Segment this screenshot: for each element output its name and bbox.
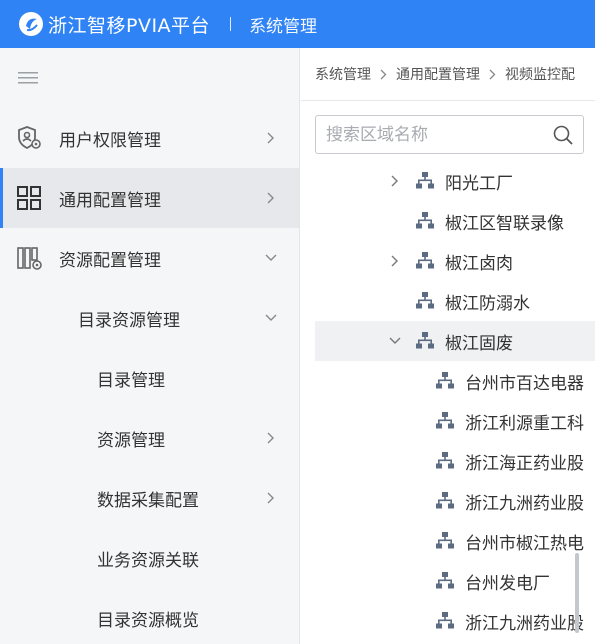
chevron-right-icon[interactable]: [389, 175, 401, 187]
tree-node[interactable]: 浙江海正药业股: [301, 441, 595, 481]
org-node-icon: [415, 211, 435, 231]
tree-node[interactable]: 浙江利源重工科: [301, 401, 595, 441]
chevron-down-icon[interactable]: [389, 335, 401, 347]
sidebar-item-catalog-overview[interactable]: 目录资源概览: [0, 588, 299, 644]
sidebar-item-label: 目录资源管理: [78, 310, 180, 331]
tree-node-label: 椒江防溺水: [445, 293, 530, 314]
tree-node[interactable]: 阳光工厂: [301, 161, 595, 201]
sidebar: 用户权限管理 通用配置管理 资源配置管理 目录资源管理 目录管理 资源管理 数据…: [0, 48, 300, 644]
top-bar: 浙江智移PVIA平台 系统管理: [0, 0, 595, 48]
org-node-icon: [435, 611, 455, 631]
org-node-icon: [435, 411, 455, 431]
sidebar-item-label: 业务资源关联: [97, 550, 199, 571]
org-node-icon: [435, 491, 455, 511]
org-node-icon: [415, 251, 435, 271]
tree-node-label: 浙江九洲药业股: [465, 493, 584, 514]
sidebar-item-label: 资源配置管理: [59, 250, 161, 271]
tree-node-label: 浙江九洲药业股: [465, 613, 584, 634]
tree-node-label: 浙江海正药业股: [465, 453, 584, 474]
sidebar-item-resource-config[interactable]: 资源配置管理: [0, 228, 299, 288]
sidebar-item-label: 用户权限管理: [59, 130, 161, 151]
tree-node-label: 阳光工厂: [445, 173, 513, 194]
chevron-down-icon: [265, 312, 277, 324]
sidebar-item-general-config[interactable]: 通用配置管理: [0, 168, 299, 228]
sidebar-item-business-resource[interactable]: 业务资源关联: [0, 528, 299, 588]
chevron-right-icon: [380, 69, 387, 80]
chevron-right-icon: [265, 432, 277, 444]
tree-node[interactable]: 台州市椒江热电: [301, 521, 595, 561]
org-node-icon: [435, 371, 455, 391]
chevron-right-icon: [265, 132, 277, 144]
tree-node-label: 台州市百达电器: [465, 373, 584, 394]
sidebar-collapse-button[interactable]: [0, 48, 299, 108]
breadcrumb: 系统管理 通用配置管理 视频监控配: [301, 48, 595, 101]
org-node-icon: [435, 451, 455, 471]
chevron-right-icon: [489, 69, 496, 80]
chevron-down-icon: [265, 252, 277, 264]
tree-node[interactable]: 浙江九洲药业股: [301, 481, 595, 521]
tree-node-label: 浙江利源重工科: [465, 413, 584, 434]
breadcrumb-item[interactable]: 视频监控配: [505, 64, 575, 84]
org-node-icon: [415, 331, 435, 351]
tree-node[interactable]: 椒江区智联录像: [301, 201, 595, 241]
sidebar-item-data-collection[interactable]: 数据采集配置: [0, 468, 299, 528]
tree-node[interactable]: 椒江防溺水: [301, 281, 595, 321]
grid-config-icon: [15, 184, 43, 212]
tree-node-label: 椒江固废: [445, 333, 513, 354]
sidebar-item-label: 目录管理: [97, 370, 165, 391]
sidebar-item-label: 数据采集配置: [97, 490, 199, 511]
tree-node-label: 椒江区智联录像: [445, 213, 564, 234]
search-field[interactable]: [315, 115, 584, 154]
tree-node-label: 台州市椒江热电: [465, 533, 584, 554]
org-node-icon: [415, 291, 435, 311]
org-node-icon: [435, 531, 455, 551]
search-icon[interactable]: [552, 124, 574, 146]
chevron-right-icon: [265, 192, 277, 204]
menu-collapse-icon[interactable]: [18, 70, 38, 86]
sidebar-item-label: 通用配置管理: [59, 190, 161, 211]
sidebar-item-label: 资源管理: [97, 430, 165, 451]
tree-node[interactable]: 台州市百达电器: [301, 361, 595, 401]
resource-config-icon: [15, 244, 43, 272]
tree-node[interactable]: 台州发电厂: [301, 561, 595, 601]
sidebar-item-catalog[interactable]: 目录管理: [0, 348, 299, 408]
tree-node[interactable]: 椒江卤肉: [301, 241, 595, 281]
chevron-right-icon: [265, 492, 277, 504]
user-permission-icon: [15, 124, 43, 152]
sidebar-item-catalog-resource[interactable]: 目录资源管理: [0, 288, 299, 348]
scrollbar-thumb[interactable]: [575, 553, 579, 633]
main-panel: 系统管理 通用配置管理 视频监控配 阳光工厂椒江区智联录像椒江卤肉椒江防溺水椒江…: [301, 48, 595, 644]
sidebar-item-label: 目录资源概览: [97, 610, 199, 631]
tree-node[interactable]: 浙江九洲药业股: [301, 601, 595, 641]
search-input[interactable]: [326, 124, 546, 145]
breadcrumb-item[interactable]: 通用配置管理: [396, 64, 480, 84]
org-node-icon: [415, 171, 435, 191]
section-title[interactable]: 系统管理: [249, 12, 317, 37]
app-logo-icon: [18, 11, 44, 37]
sidebar-item-resource[interactable]: 资源管理: [0, 408, 299, 468]
area-tree: 阳光工厂椒江区智联录像 椒江卤肉椒江防溺水椒江固废台州市百达电器 浙江利源重工科 浙江…: [301, 161, 595, 641]
chevron-right-icon[interactable]: [389, 255, 401, 267]
breadcrumb-item[interactable]: 系统管理: [315, 64, 371, 84]
title-divider: [230, 17, 232, 31]
app-name: 浙江智移PVIA平台: [48, 14, 211, 37]
tree-node-label: 台州发电厂: [465, 573, 550, 594]
sidebar-item-user-permission[interactable]: 用户权限管理: [0, 108, 299, 168]
tree-node-label: 椒江卤肉: [445, 253, 513, 274]
org-node-icon: [435, 571, 455, 591]
tree-node[interactable]: 椒江固废: [315, 321, 595, 361]
